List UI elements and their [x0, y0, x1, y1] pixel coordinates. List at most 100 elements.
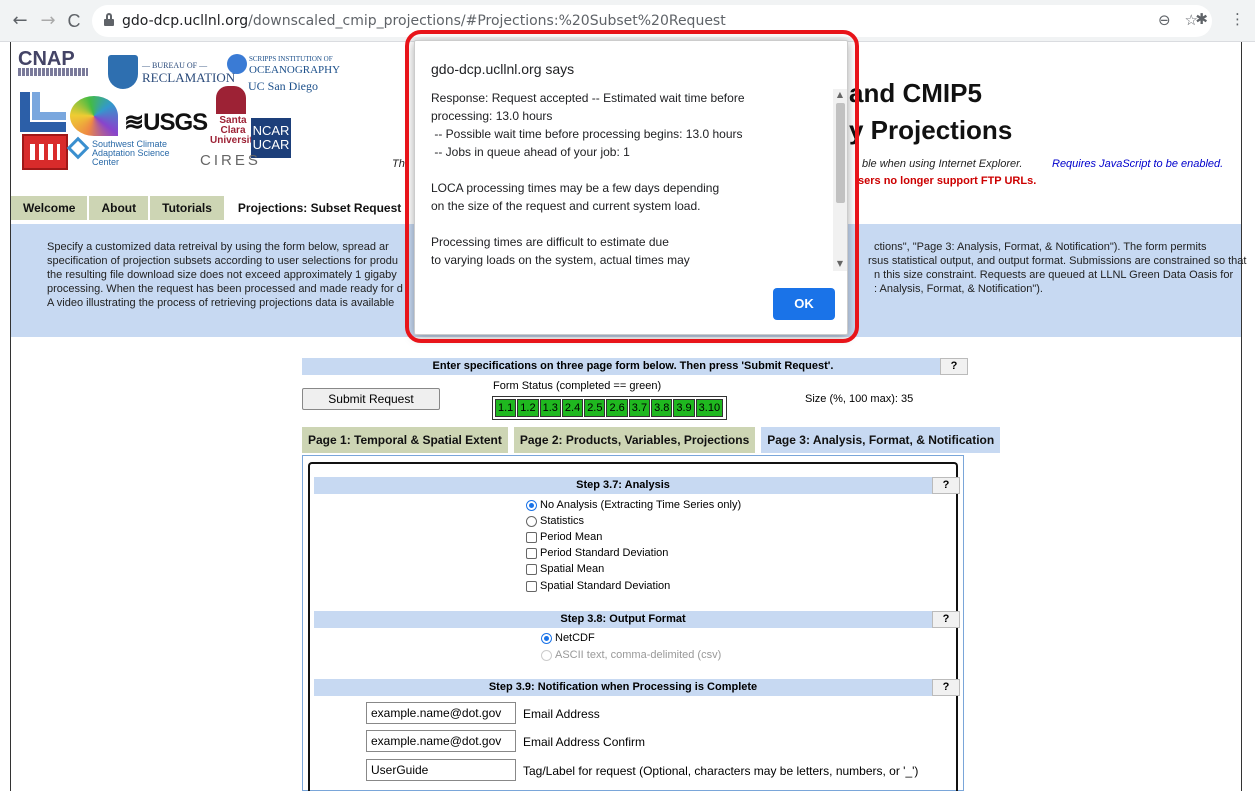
swcasc-logo: Southwest Climate Adaptation Science Cen…	[92, 139, 170, 167]
desc-line1-left: Specify a customized data retreival by u…	[47, 241, 389, 253]
usgs-logo: ≋USGS	[124, 109, 208, 136]
lock-icon	[104, 13, 114, 26]
desc-line4-left: processing. When the request has been pr…	[47, 283, 403, 295]
status-cell-2-4: 2.4	[561, 399, 584, 417]
tab-welcome[interactable]: Welcome	[11, 196, 88, 220]
extensions-icon[interactable]: ✱	[1195, 10, 1208, 28]
tab-page1-temporal-spatial[interactable]: Page 1: Temporal & Spatial Extent	[302, 427, 508, 453]
highlight-annotation	[405, 30, 859, 343]
checkbox-spatial-mean[interactable]: Spatial Mean	[526, 563, 604, 575]
ucsd-logo: UC San Diego	[248, 79, 318, 93]
email-confirm-label: Email Address Confirm	[523, 735, 646, 749]
form-help-button[interactable]: ?	[940, 358, 968, 375]
step-3-8-heading: Step 3.8: Output Format	[314, 611, 932, 628]
radio-ascii-label: ASCII text, comma-delimited (csv)	[555, 649, 722, 661]
url-host: gdo-dcp.ucllnl.org	[122, 13, 249, 29]
size-indicator: Size (%, 100 max): 35	[805, 393, 914, 405]
desc-line4-right: : Analysis, Format, & Notification").	[874, 283, 1043, 295]
checkbox-spatial-mean-label: Spatial Mean	[540, 563, 605, 575]
status-cell-1-1: 1.1	[495, 399, 517, 417]
cires-logo: CIRES	[200, 152, 261, 169]
step-3-9-heading: Step 3.9: Notification when Processing i…	[314, 679, 932, 696]
checkbox-icon[interactable]	[526, 547, 537, 559]
ftp-warning: sers no longer support FTP URLs.	[858, 175, 1037, 187]
tab-page2-products-variables[interactable]: Page 2: Products, Variables, Projections	[513, 427, 756, 453]
tag-label-field[interactable]: UserGuide	[366, 759, 516, 781]
checkbox-spatial-sd-label: Spatial Standard Deviation	[540, 580, 671, 592]
site-tabs: Welcome About Tutorials Projections: Sub…	[11, 196, 415, 220]
step-3-8-help-button[interactable]: ?	[932, 611, 960, 628]
radio-netcdf-label: NetCDF	[555, 632, 595, 644]
form-heading: Enter specifications on three page form …	[302, 358, 964, 375]
menu-icon[interactable]: ⋮	[1230, 10, 1245, 28]
zoom-icon[interactable]: ⊖	[1158, 11, 1171, 29]
url-text[interactable]: gdo-dcp.ucllnl.org/downscaled_cmip_proje…	[122, 13, 726, 29]
email-field[interactable]: example.name@dot.gov	[366, 702, 516, 724]
status-cell-3-7: 3.7	[628, 399, 651, 417]
page-title-line1: and CMIP5	[849, 78, 982, 108]
checkbox-period-mean-label: Period Mean	[540, 531, 603, 543]
tab-page3-analysis-format[interactable]: Page 3: Analysis, Format, & Notification	[761, 427, 1001, 453]
email-label: Email Address	[523, 707, 600, 721]
status-cell-3-8: 3.8	[651, 399, 673, 417]
status-cell-2-5: 2.5	[584, 399, 606, 417]
status-cell-3-9: 3.9	[673, 399, 695, 417]
form-status-indicator: 1.1 1.2 1.3 2.4 2.5 2.6 3.7 3.8 3.9 3.10	[492, 396, 728, 420]
email-confirm-field[interactable]: example.name@dot.gov	[366, 730, 516, 752]
form-status-label: Form Status (completed == green)	[493, 380, 662, 392]
desc-line2-left: specification of projection subsets acco…	[47, 255, 398, 267]
swcasc-icon	[66, 136, 90, 160]
reclamation-shield-icon	[108, 55, 138, 89]
radio-no-analysis[interactable]: No Analysis (Extracting Time Series only…	[526, 499, 741, 511]
desc-line1-right: ctions", "Page 3: Analysis, Format, & No…	[874, 241, 1207, 253]
checkbox-period-sd-label: Period Standard Deviation	[540, 547, 669, 559]
checkbox-icon[interactable]	[526, 563, 537, 575]
radio-netcdf[interactable]: NetCDF	[541, 632, 595, 644]
scu-logo: Santa Clara University	[210, 115, 259, 146]
reload-icon[interactable]: C	[62, 9, 86, 33]
status-cell-2-6: 2.6	[606, 399, 628, 417]
desc-line3-right: n this size constraint. Requests are que…	[874, 269, 1234, 281]
checkbox-period-sd[interactable]: Period Standard Deviation	[526, 547, 668, 559]
forward-icon[interactable]: →	[36, 9, 60, 33]
status-cell-1-3: 1.3	[539, 399, 561, 417]
checkbox-spatial-sd[interactable]: Spatial Standard Deviation	[526, 580, 670, 592]
radio-statistics-label: Statistics	[540, 515, 585, 527]
scripps-logo: SCRIPPS INSTITUTION OF OCEANOGRAPHY	[249, 55, 341, 76]
reclamation-logo: — BUREAU OF — RECLAMATION	[142, 61, 236, 85]
radio-selected-icon[interactable]	[526, 499, 537, 511]
checkbox-icon[interactable]	[526, 580, 537, 592]
status-cell-1-2: 1.2	[517, 399, 539, 417]
step-3-9-help-button[interactable]: ?	[932, 679, 960, 696]
checkbox-period-mean[interactable]: Period Mean	[526, 531, 602, 543]
desc-line2-right: rsus statistical output, and output form…	[868, 255, 1247, 267]
radio-selected-icon[interactable]	[541, 632, 552, 644]
radio-no-analysis-label: No Analysis (Extracting Time Series only…	[540, 499, 742, 511]
browser-note-ie: ble when using Internet Explorer.	[862, 158, 1023, 170]
tab-tutorials[interactable]: Tutorials	[150, 196, 224, 220]
tab-about[interactable]: About	[89, 196, 149, 220]
radio-icon[interactable]	[526, 515, 537, 527]
radio-ascii-csv: ASCII text, comma-delimited (csv)	[541, 649, 721, 661]
step-3-7-heading: Step 3.7: Analysis	[314, 477, 932, 494]
back-icon[interactable]: ←	[8, 9, 32, 33]
scripps-icon	[227, 54, 247, 74]
browser-note-js: Requires JavaScript to be enabled.	[1052, 158, 1224, 170]
llnl-logo-inner	[32, 92, 66, 120]
submit-request-button[interactable]: Submit Request	[302, 388, 440, 410]
form-page-tabs: Page 1: Temporal & Spatial Extent Page 2…	[302, 427, 1001, 453]
url-path: /downscaled_cmip_projections/#Projection…	[248, 13, 726, 29]
tab-projections-subset-request[interactable]: Projections: Subset Request	[225, 196, 414, 220]
desc-line3-left: the resulting file download size does no…	[47, 269, 397, 281]
noaa-fan-logo	[70, 96, 118, 136]
step-3-7-help-button[interactable]: ?	[932, 477, 960, 494]
checkbox-icon[interactable]	[526, 531, 537, 543]
scu-building-icon	[216, 86, 246, 114]
page-title-line2: y Projections	[849, 115, 1013, 145]
video-link[interactable]: A video illustrating the process of retr…	[47, 297, 394, 309]
tag-label-text: Tag/Label for request (Optional, charact…	[523, 764, 919, 778]
radio-statistics[interactable]: Statistics	[526, 515, 584, 527]
usace-castle-logo	[22, 134, 68, 170]
page-frame-right	[1241, 42, 1242, 791]
cnap-logo-subtitle	[18, 68, 88, 76]
